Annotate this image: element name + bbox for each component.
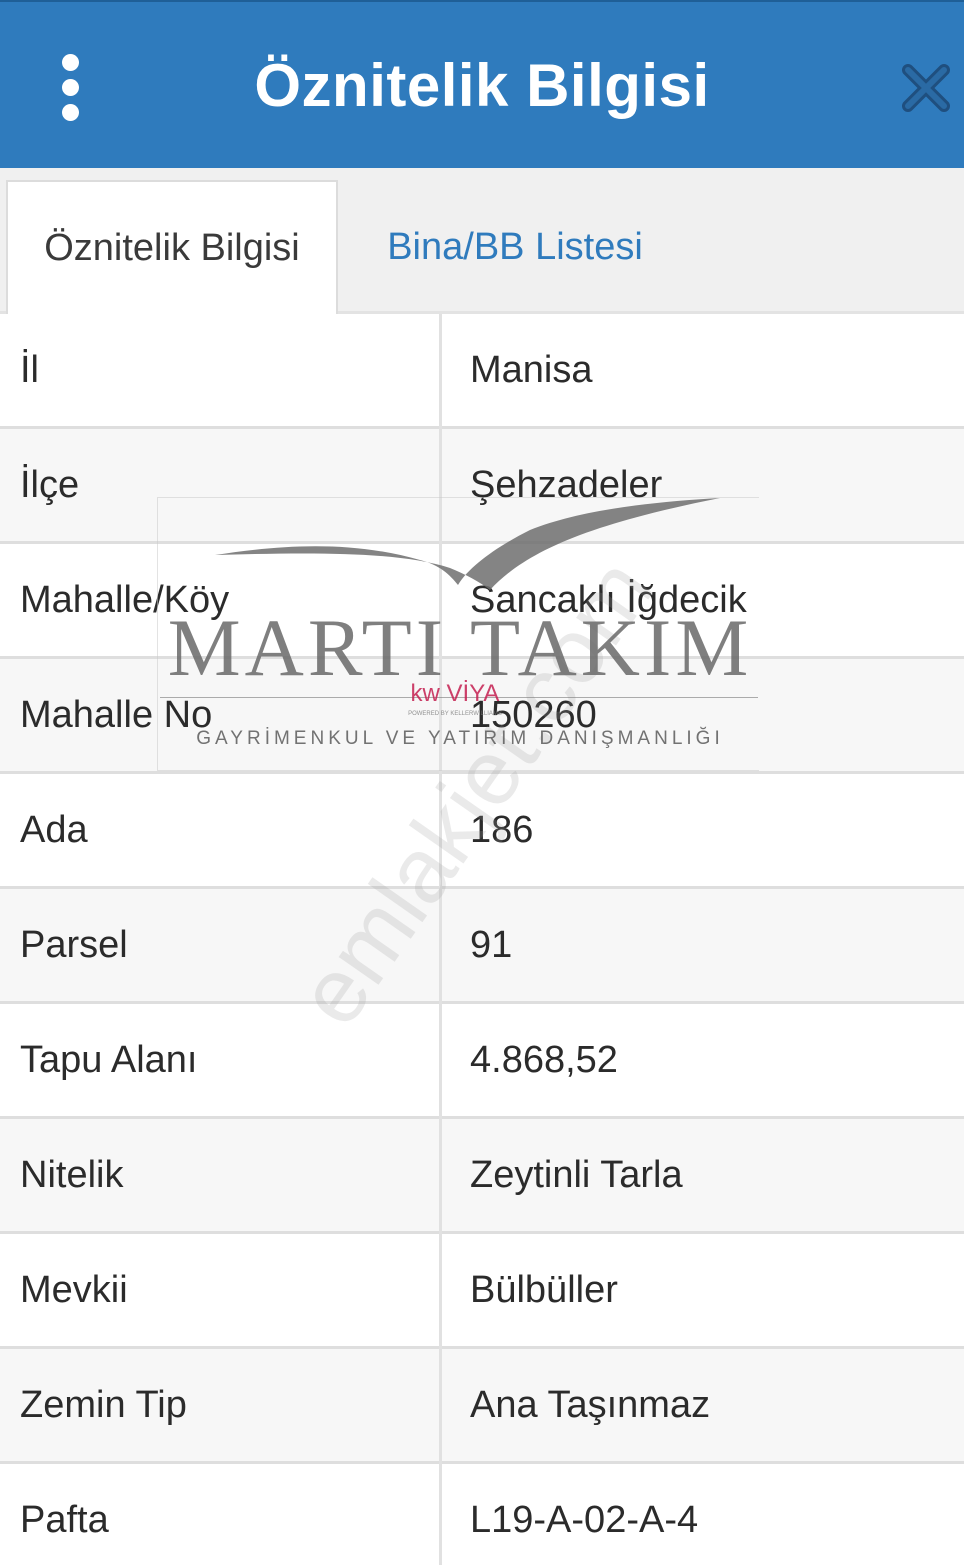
table-row: Nitelik Zeytinli Tarla [0, 1119, 964, 1234]
table-row: Mahalle No 150260 [0, 659, 964, 774]
row-label: Zemin Tip [20, 1384, 187, 1426]
table-row: Zemin Tip Ana Taşınmaz [0, 1349, 964, 1464]
close-icon[interactable] [898, 60, 954, 116]
tab-building-list[interactable]: Bina/BB Listesi [350, 180, 680, 314]
row-value: 4.868,52 [470, 1039, 618, 1081]
table-row: Mahalle/Köy Sancaklı İğdecik [0, 544, 964, 659]
row-label: Mahalle/Köy [20, 579, 230, 621]
row-value: Bülbüller [470, 1269, 618, 1311]
attribute-table: İl Manisa İlçe Şehzadeler Mahalle/Köy Sa… [0, 314, 964, 1565]
tab-bar: Öznitelik Bilgisi Bina/BB Listesi [0, 168, 964, 314]
column-divider [439, 314, 442, 1565]
tab-attribute-info[interactable]: Öznitelik Bilgisi [6, 180, 338, 314]
row-label: Mevkii [20, 1269, 128, 1311]
row-value: Ana Taşınmaz [470, 1384, 711, 1426]
table-row: Tapu Alanı 4.868,52 [0, 1004, 964, 1119]
row-value: 150260 [470, 694, 597, 736]
row-value: 186 [470, 809, 534, 851]
row-value: Şehzadeler [470, 464, 663, 506]
row-value: Sancaklı İğdecik [470, 579, 747, 621]
table-row: Pafta L19-A-02-A-4 [0, 1464, 964, 1565]
row-value: 91 [470, 924, 513, 966]
row-label: Parsel [20, 924, 128, 966]
row-label: Mahalle No [20, 694, 213, 736]
table-row: Mevkii Bülbüller [0, 1234, 964, 1349]
header-bar: Öznitelik Bilgisi [0, 0, 964, 168]
row-value: Manisa [470, 349, 593, 391]
table-row: Ada 186 [0, 774, 964, 889]
table-row: İlçe Şehzadeler [0, 429, 964, 544]
table-row: Parsel 91 [0, 889, 964, 1004]
row-label: Nitelik [20, 1154, 124, 1196]
row-value: L19-A-02-A-4 [470, 1499, 699, 1541]
row-label: Pafta [20, 1499, 109, 1541]
row-label: İl [20, 349, 39, 391]
row-value: Zeytinli Tarla [470, 1154, 683, 1196]
row-label: İlçe [20, 464, 80, 506]
attribute-info-screen: Öznitelik Bilgisi Öznitelik Bilgisi Bina… [0, 0, 964, 1565]
table-row: İl Manisa [0, 314, 964, 429]
row-label: Tapu Alanı [20, 1039, 198, 1081]
row-label: Ada [20, 809, 88, 851]
page-title: Öznitelik Bilgisi [254, 52, 710, 119]
